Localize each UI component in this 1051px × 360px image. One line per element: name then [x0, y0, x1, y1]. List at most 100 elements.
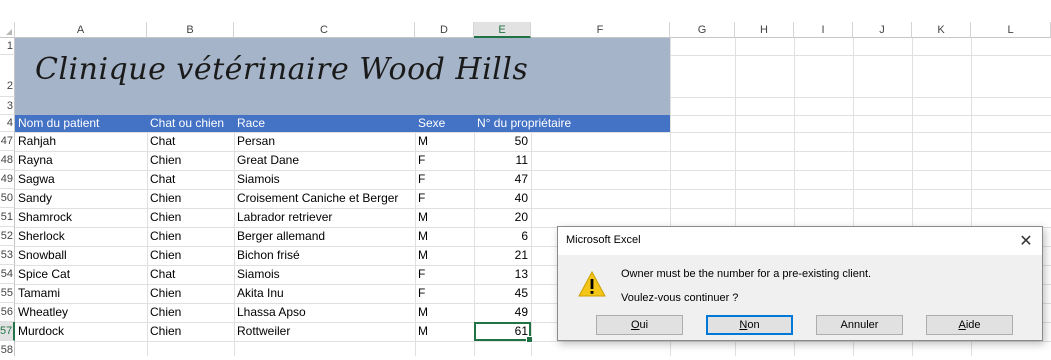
column-header-i[interactable]: I	[794, 22, 853, 38]
cell-patient-name[interactable]: Sandy	[18, 189, 146, 208]
row-header[interactable]: 51	[0, 208, 15, 227]
cell-cat-or-dog[interactable]: Chat	[150, 265, 233, 284]
cell-cat-or-dog[interactable]: Chien	[150, 189, 233, 208]
column-header-g[interactable]: G	[670, 22, 735, 38]
cell-cat-or-dog[interactable]: Chien	[150, 246, 233, 265]
cell-cat-or-dog[interactable]: Chien	[150, 151, 233, 170]
column-header-h[interactable]: H	[735, 22, 794, 38]
error-dialog[interactable]: Microsoft Excel ✕ Owner must be the numb…	[557, 226, 1043, 341]
header-sex[interactable]: Sexe	[418, 115, 473, 132]
cancel-button[interactable]: Annuler	[816, 315, 903, 335]
cell-owner-number[interactable]: 21	[476, 246, 528, 265]
cell-sex[interactable]: M	[418, 303, 473, 322]
cell-patient-name[interactable]: Snowball	[18, 246, 146, 265]
cell-owner-number[interactable]: 20	[476, 208, 528, 227]
cell-patient-name[interactable]: Murdock	[18, 322, 146, 341]
header-breed[interactable]: Race	[237, 115, 413, 132]
close-icon[interactable]: ✕	[1016, 231, 1036, 251]
cell-owner-number[interactable]: 49	[476, 303, 528, 322]
cell-patient-name[interactable]: Rahjah	[18, 132, 146, 151]
cell-owner-number[interactable]: 11	[476, 151, 528, 170]
column-header-b[interactable]: B	[147, 22, 234, 38]
column-header-l[interactable]: L	[971, 22, 1051, 38]
row-header[interactable]: 53	[0, 246, 15, 265]
cell-breed[interactable]: Croisement Caniche et Berger	[237, 189, 414, 208]
cell-breed[interactable]: Labrador retriever	[237, 208, 414, 227]
row-header[interactable]: 4	[0, 115, 15, 132]
header-cat-or-dog[interactable]: Chat ou chien	[150, 115, 233, 132]
row-header[interactable]: 52	[0, 227, 15, 246]
cell-cat-or-dog[interactable]: Chien	[150, 227, 233, 246]
cell-breed[interactable]: Persan	[237, 132, 414, 151]
row-header[interactable]: 47	[0, 132, 15, 151]
cell-patient-name[interactable]: Shamrock	[18, 208, 146, 227]
cell-breed[interactable]: Berger allemand	[237, 227, 414, 246]
cell-breed[interactable]: Lhassa Apso	[237, 303, 414, 322]
row-header[interactable]: 58	[0, 341, 15, 356]
cell-breed[interactable]: Siamois	[237, 170, 414, 189]
cell-cat-or-dog[interactable]: Chien	[150, 208, 233, 227]
select-all-corner[interactable]	[0, 22, 15, 38]
row-header[interactable]: 3	[0, 97, 15, 115]
yes-button-label: ui	[639, 319, 649, 331]
cell-owner-number[interactable]: 47	[476, 170, 528, 189]
cell-patient-name[interactable]: Sagwa	[18, 170, 146, 189]
sheet-title[interactable]: Clinique vétérinaire Wood Hills	[35, 52, 528, 87]
cell-patient-name[interactable]: Sherlock	[18, 227, 146, 246]
cell-sex[interactable]: F	[418, 151, 473, 170]
cell-breed[interactable]: Siamois	[237, 265, 414, 284]
row-header[interactable]: 54	[0, 265, 15, 284]
cell-sex[interactable]: F	[418, 170, 473, 189]
column-header-j[interactable]: J	[853, 22, 912, 38]
cell-breed[interactable]: Rottweiler	[237, 322, 414, 341]
row-header[interactable]: 56	[0, 303, 15, 322]
column-header-a[interactable]: A	[15, 22, 147, 38]
cell-patient-name[interactable]: Spice Cat	[18, 265, 146, 284]
column-header-c[interactable]: C	[234, 22, 415, 38]
cell-cat-or-dog[interactable]: Chat	[150, 170, 233, 189]
cell-cat-or-dog[interactable]: Chien	[150, 303, 233, 322]
cell-sex[interactable]: M	[418, 132, 473, 151]
header-owner-number[interactable]: N° du propriétaire	[477, 115, 667, 132]
row-header[interactable]: 2	[0, 55, 15, 97]
row-header[interactable]: 1	[0, 38, 15, 55]
cell-owner-number[interactable]: 40	[476, 189, 528, 208]
cell-cat-or-dog[interactable]: Chat	[150, 132, 233, 151]
cell-patient-name[interactable]: Tamami	[18, 284, 146, 303]
cell-owner-number[interactable]: 45	[476, 284, 528, 303]
column-header-k[interactable]: K	[912, 22, 971, 38]
yes-button[interactable]: Oui	[596, 315, 683, 335]
row-header[interactable]: 55	[0, 284, 15, 303]
row-header[interactable]: 48	[0, 151, 15, 170]
row-header[interactable]: 49	[0, 170, 15, 189]
cell-sex[interactable]: F	[418, 189, 473, 208]
help-button[interactable]: Aide	[926, 315, 1013, 335]
header-patient-name[interactable]: Nom du patient	[18, 115, 146, 132]
cell-sex[interactable]: M	[418, 322, 473, 341]
cell-sex[interactable]: M	[418, 246, 473, 265]
cell-sex[interactable]: F	[418, 265, 473, 284]
spreadsheet[interactable]: A B C D E F G H I J K L Clinique vétérin…	[0, 0, 1051, 356]
yes-button-mnemonic: O	[630, 319, 640, 331]
cell-owner-number[interactable]: 50	[476, 132, 528, 151]
dialog-titlebar[interactable]: Microsoft Excel ✕	[558, 227, 1042, 255]
cell-breed[interactable]: Bichon frisé	[237, 246, 414, 265]
no-button[interactable]: Non	[706, 315, 793, 335]
cell-cat-or-dog[interactable]: Chien	[150, 322, 233, 341]
cell-owner-number[interactable]: 13	[476, 265, 528, 284]
cell-sex[interactable]: M	[418, 208, 473, 227]
row-header[interactable]: 50	[0, 189, 15, 208]
cell-cat-or-dog[interactable]: Chien	[150, 284, 233, 303]
active-cell-selection[interactable]	[474, 322, 533, 343]
cell-sex[interactable]: F	[418, 284, 473, 303]
cell-owner-number[interactable]: 6	[476, 227, 528, 246]
column-header-e[interactable]: E	[474, 22, 531, 38]
cell-patient-name[interactable]: Rayna	[18, 151, 146, 170]
cell-patient-name[interactable]: Wheatley	[18, 303, 146, 322]
cell-breed[interactable]: Akita Inu	[237, 284, 414, 303]
cell-sex[interactable]: M	[418, 227, 473, 246]
column-header-f[interactable]: F	[531, 22, 670, 38]
cell-breed[interactable]: Great Dane	[237, 151, 414, 170]
row-header-active[interactable]: 57	[0, 322, 15, 341]
column-header-d[interactable]: D	[415, 22, 474, 38]
